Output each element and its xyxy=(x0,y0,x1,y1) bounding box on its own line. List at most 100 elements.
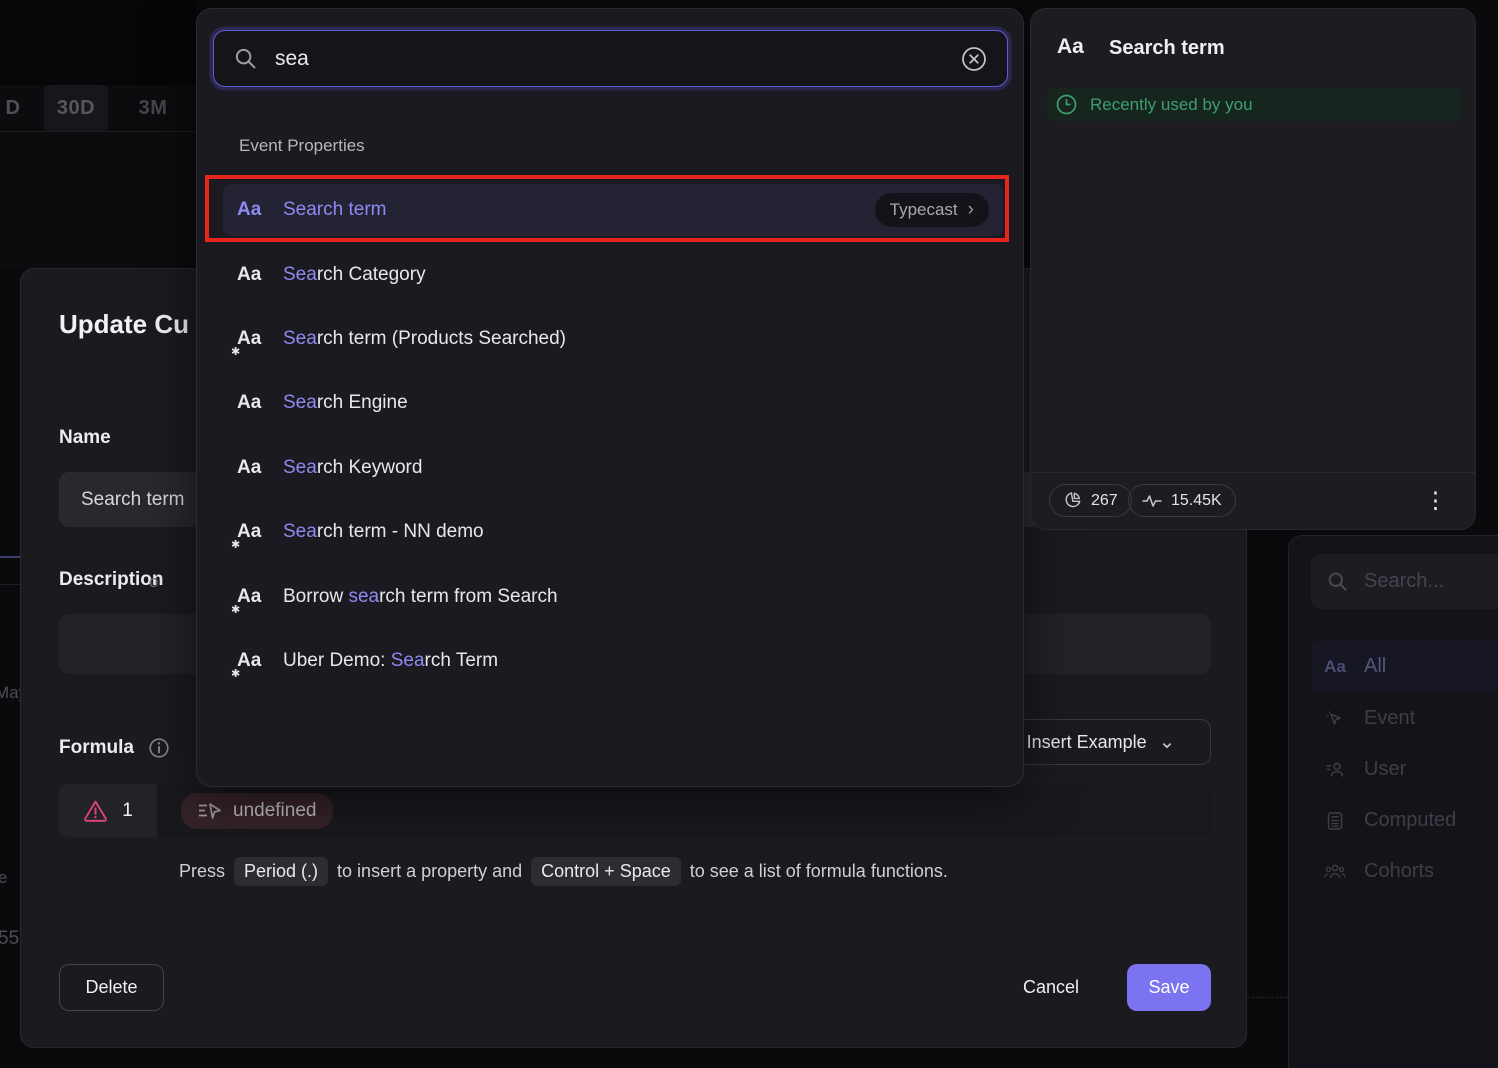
sidebar-item-label: Cohorts xyxy=(1364,860,1434,883)
people-group-icon xyxy=(1323,862,1347,882)
kbd-control-space: Control + Space xyxy=(531,857,681,886)
kebab-menu-icon[interactable]: ⋮ xyxy=(1424,481,1447,519)
sidebar-item-cohorts[interactable]: Cohorts xyxy=(1311,846,1498,897)
custom-property-star-icon: ✱ xyxy=(231,345,240,358)
result-row-search-term-products[interactable]: Aa✱ Search term (Products Searched) xyxy=(223,313,1003,365)
custom-text-property-icon: Aa✱ xyxy=(237,328,273,350)
formula-error-counter: 1 xyxy=(59,784,157,837)
result-row-search-term[interactable]: Aa Search term Typecast › xyxy=(223,184,1003,236)
sidebar-item-user[interactable]: User xyxy=(1311,744,1498,795)
sidebar-item-label: All xyxy=(1364,655,1386,678)
activity-icon xyxy=(1142,493,1162,509)
custom-property-star-icon: ✱ xyxy=(231,667,240,680)
typecast-button[interactable]: Typecast › xyxy=(875,193,989,227)
search-icon xyxy=(234,47,258,71)
custom-property-star-icon: ✱ xyxy=(231,538,240,551)
result-row-search-keyword[interactable]: Aa Search Keyword xyxy=(223,442,1003,494)
result-row-search-engine[interactable]: Aa Search Engine xyxy=(223,377,1003,429)
chevron-down-icon: ⌄ xyxy=(1159,737,1176,747)
delete-button[interactable]: Delete xyxy=(59,964,164,1011)
property-search-input[interactable] xyxy=(273,46,946,72)
property-search-field[interactable] xyxy=(213,30,1008,87)
text-property-icon: Aa xyxy=(237,199,273,221)
sidebar-item-event[interactable]: Event xyxy=(1311,693,1498,744)
time-range-button-partial[interactable]: D xyxy=(0,85,26,131)
description-optional-hint: o xyxy=(149,572,158,592)
user-icon xyxy=(1323,760,1347,780)
time-range-button-30d[interactable]: 30D xyxy=(44,85,108,131)
property-details-footer: 267 15.45K ⋮ xyxy=(1031,472,1475,529)
formula-editor[interactable]: 1 undefined xyxy=(59,784,1211,837)
property-name: Search Engine xyxy=(283,392,408,414)
result-row-search-category[interactable]: Aa Search Category xyxy=(223,249,1003,301)
error-count: 1 xyxy=(122,800,133,822)
info-icon[interactable] xyxy=(148,737,170,759)
divider xyxy=(0,584,20,585)
search-icon xyxy=(1327,571,1349,593)
event-cursor-icon xyxy=(1323,709,1347,729)
custom-text-property-icon: Aa✱ xyxy=(237,650,273,672)
axis-label-partial: e xyxy=(0,868,7,888)
text-property-icon: Aa xyxy=(1057,35,1084,59)
formula-label: Formula xyxy=(59,737,170,759)
result-row-search-term-nn-demo[interactable]: Aa✱ Search term - NN demo xyxy=(223,506,1003,558)
property-name: Search term - NN demo xyxy=(283,521,484,543)
cancel-button[interactable]: Cancel xyxy=(1006,964,1096,1011)
sidebar-item-label: Event xyxy=(1364,707,1415,730)
background-chart-strip: May e 55 xyxy=(0,268,20,1068)
axis-value-partial: 55 xyxy=(0,928,19,950)
modal-title: Update Cu xyxy=(59,309,189,340)
sidebar-search-input[interactable] xyxy=(1362,569,1492,594)
divider xyxy=(1247,997,1288,998)
event-volume-count: 15.45K xyxy=(1171,492,1222,510)
property-name: Uber Demo: Search Term xyxy=(283,650,498,672)
sidebar-search-field[interactable] xyxy=(1311,554,1498,609)
property-search-dropdown: Event Properties Aa Search term Typecast… xyxy=(196,8,1024,787)
formula-token-icon xyxy=(198,802,222,820)
chevron-right-icon: › xyxy=(968,205,974,215)
property-name: Search Keyword xyxy=(283,457,422,479)
warning-icon xyxy=(83,799,108,822)
property-details-panel: Aa Search term Recently used by you 267 xyxy=(1030,8,1476,530)
property-type-sidebar: Aa All Event User Computed Cohorts xyxy=(1288,535,1498,1068)
sidebar-item-computed[interactable]: Computed xyxy=(1311,795,1498,846)
formula-input[interactable]: undefined xyxy=(157,784,1211,837)
sidebar-item-all[interactable]: Aa All xyxy=(1311,641,1498,692)
name-label: Name xyxy=(59,427,111,449)
result-row-borrow-search-term[interactable]: Aa✱ Borrow search term from Search xyxy=(223,571,1003,623)
sidebar-item-label: User xyxy=(1364,758,1406,781)
property-name: Borrow search term from Search xyxy=(283,586,558,608)
text-property-icon: Aa xyxy=(237,457,273,479)
undefined-property-token[interactable]: undefined xyxy=(181,793,333,829)
time-range-button-3m[interactable]: 3M xyxy=(124,85,182,131)
app-root: D 30D 3M May e 55 Aa All Event xyxy=(0,0,1498,1068)
property-details-title: Search term xyxy=(1109,37,1225,60)
save-button[interactable]: Save xyxy=(1127,964,1211,1011)
text-property-icon: Aa xyxy=(237,264,273,286)
custom-property-star-icon: ✱ xyxy=(231,603,240,616)
clear-search-icon[interactable] xyxy=(961,46,987,72)
description-label: Description xyxy=(59,569,164,591)
formula-hint: Press Period (.) to insert a property an… xyxy=(179,857,948,886)
pie-chart-icon xyxy=(1063,491,1082,510)
custom-text-property-icon: Aa✱ xyxy=(237,586,273,608)
insert-example-button[interactable]: Insert Example ⌄ xyxy=(991,719,1211,765)
background-header xyxy=(0,0,196,85)
distinct-values-count: 267 xyxy=(1091,492,1118,510)
result-row-uber-demo-search-term[interactable]: Aa✱ Uber Demo: Search Term xyxy=(223,635,1003,687)
custom-text-property-icon: Aa✱ xyxy=(237,521,273,543)
event-volume-pill[interactable]: 15.45K xyxy=(1128,484,1236,517)
text-property-icon: Aa xyxy=(1323,657,1347,677)
calculator-icon xyxy=(1323,811,1347,831)
background-chart-area: D 30D 3M xyxy=(0,0,196,268)
property-name: Search Category xyxy=(283,264,426,286)
divider xyxy=(0,131,196,132)
recently-used-badge: Recently used by you xyxy=(1047,88,1461,121)
property-name: Search term xyxy=(283,199,386,221)
distinct-values-pill[interactable]: 267 xyxy=(1049,484,1132,517)
sidebar-item-label: Computed xyxy=(1364,809,1456,832)
property-name: Search term (Products Searched) xyxy=(283,328,566,350)
text-property-icon: Aa xyxy=(237,392,273,414)
clock-icon xyxy=(1055,93,1078,116)
kbd-period: Period (.) xyxy=(234,857,328,886)
